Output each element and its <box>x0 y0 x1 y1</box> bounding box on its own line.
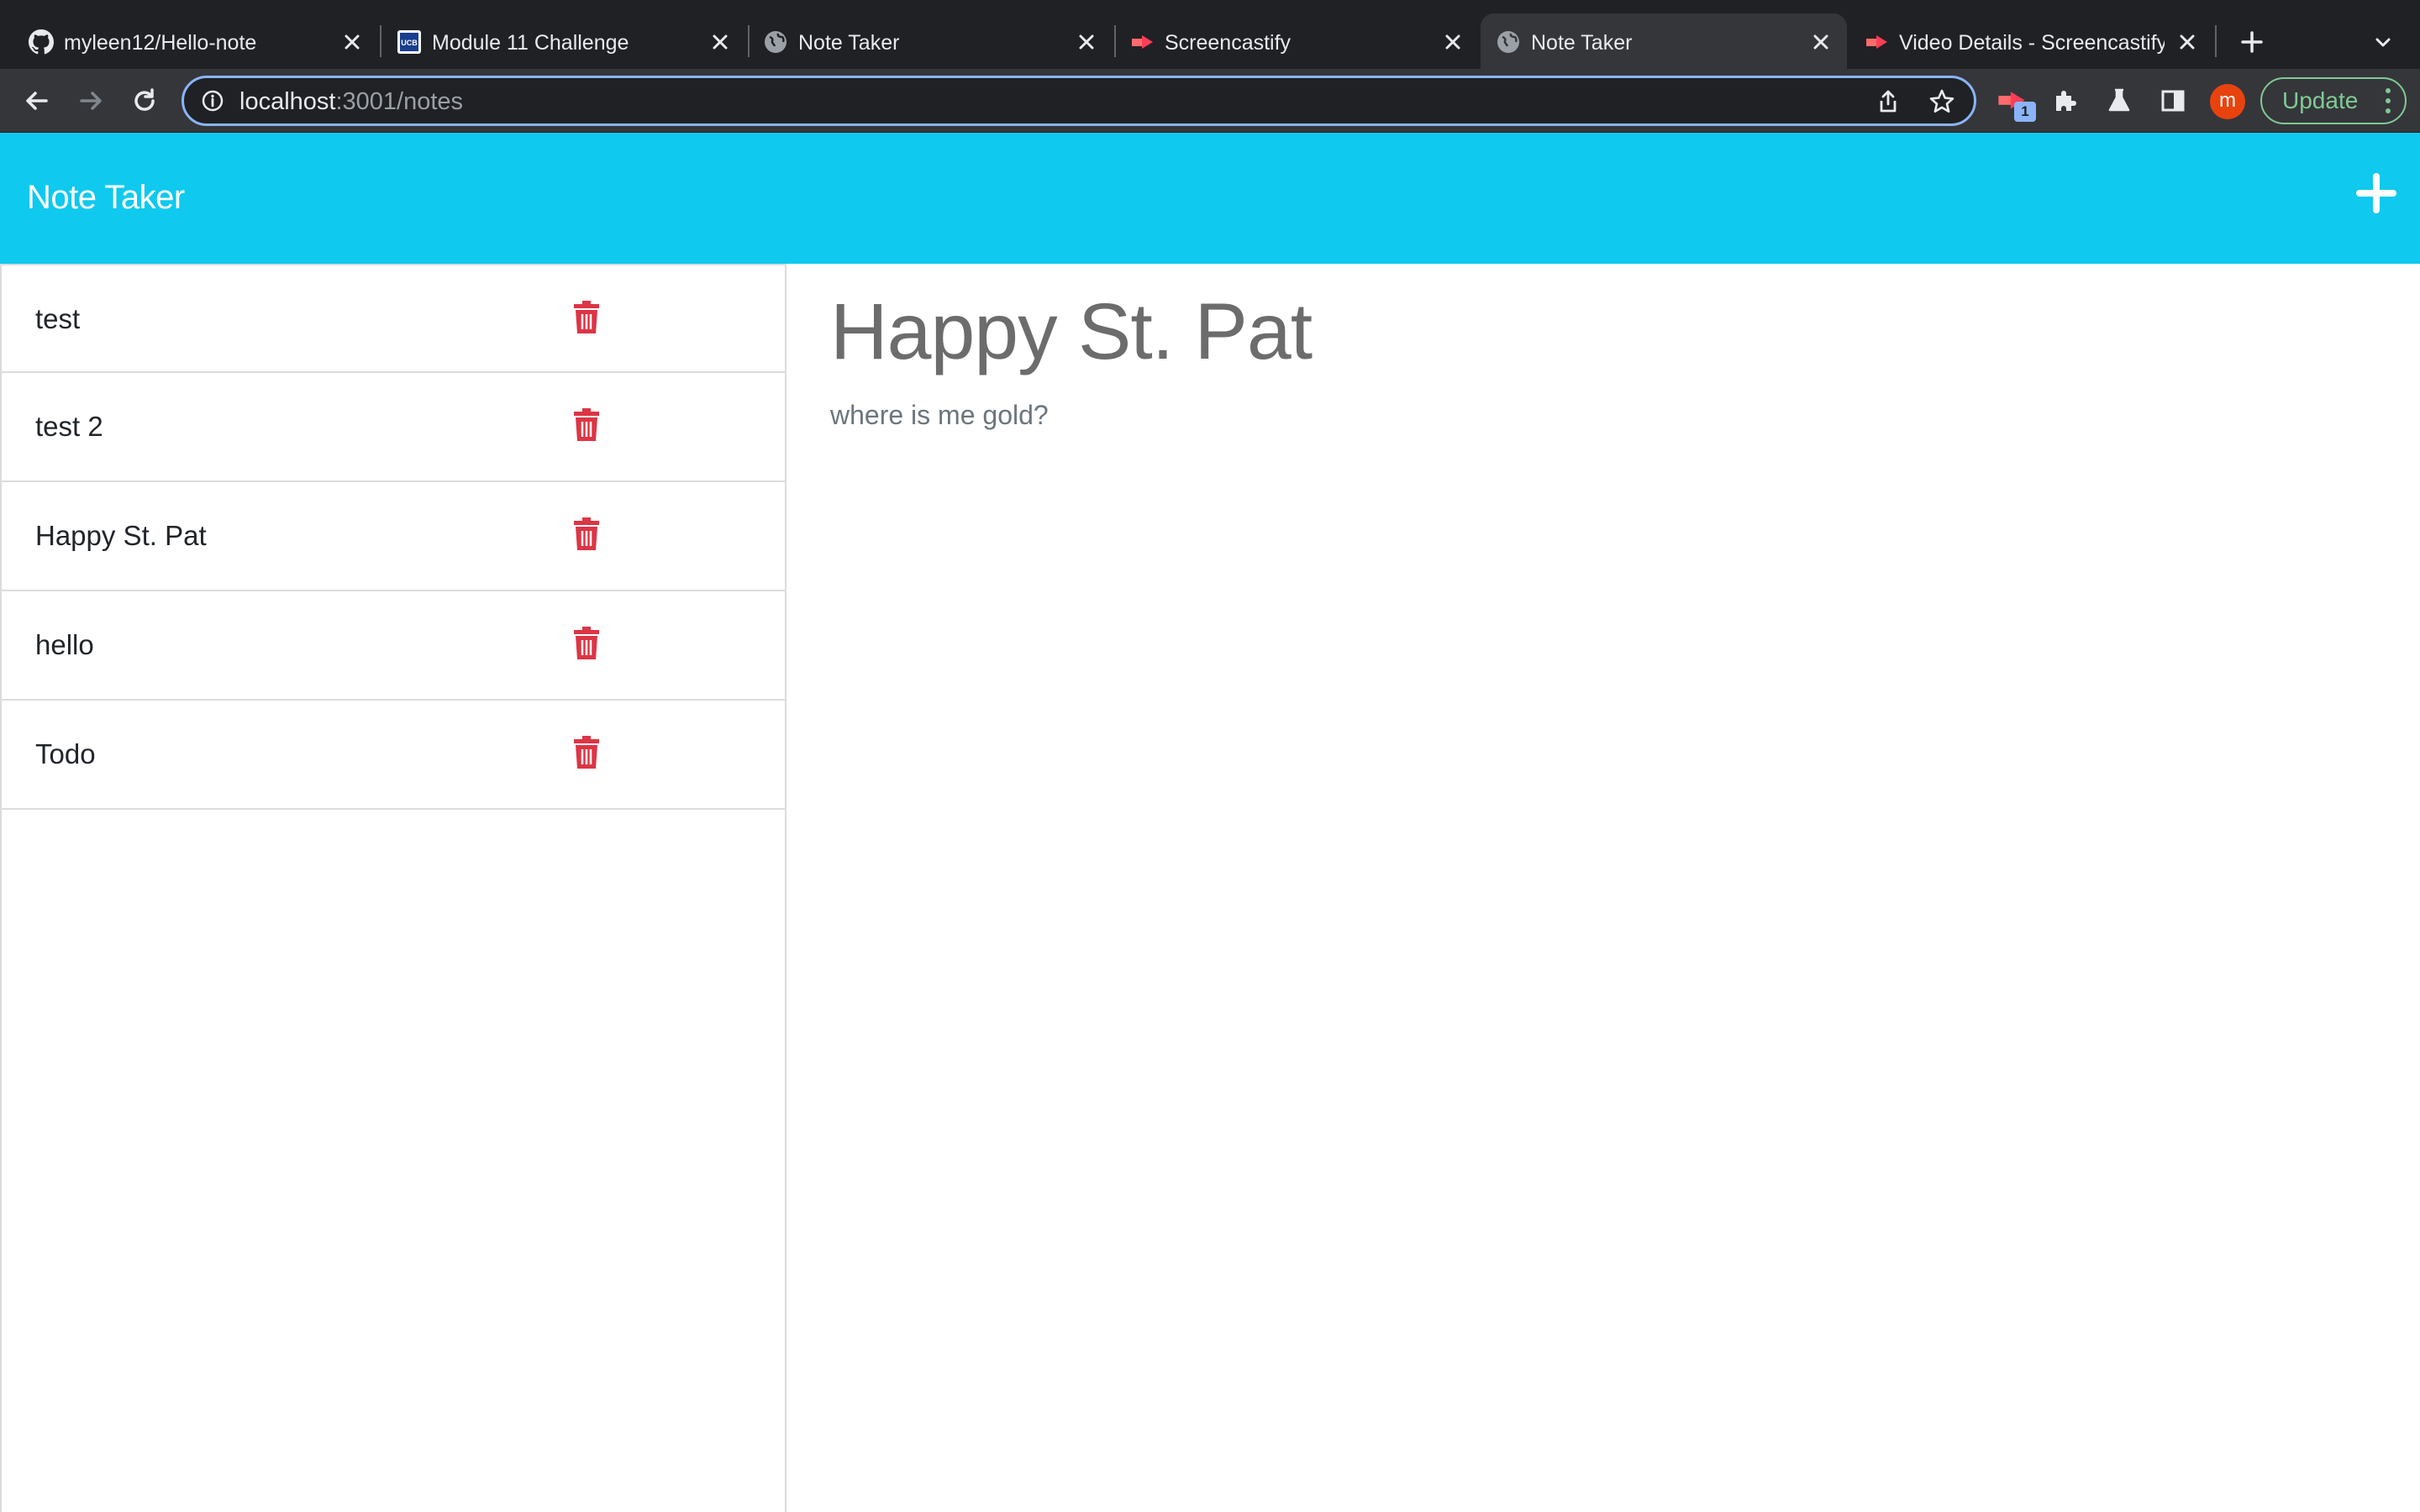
trash-icon[interactable] <box>573 301 600 334</box>
close-tab-icon[interactable] <box>339 29 365 55</box>
share-icon[interactable] <box>1875 88 1902 115</box>
bookmark-star-icon[interactable] <box>1928 88 1955 115</box>
browser-tab[interactable]: Video Details - Screencastify <box>1849 13 2213 69</box>
reload-icon <box>134 88 155 111</box>
note-list-item[interactable]: hello <box>2 591 785 701</box>
close-tab-icon[interactable] <box>1808 29 1833 55</box>
note-editor: Happy St. Pat where is me gold? <box>788 264 2420 1512</box>
labs-button[interactable] <box>2102 84 2136 118</box>
browser-tab[interactable]: Screencastify <box>1114 13 1479 69</box>
tab-separator <box>2215 25 2217 57</box>
note-title[interactable]: test 2 <box>35 410 103 444</box>
profile-avatar[interactable]: m <box>2210 84 2245 119</box>
note-list-item[interactable]: Happy St. Pat <box>2 482 785 591</box>
browser-tab-active[interactable]: Note Taker <box>1481 13 1847 69</box>
trash-icon[interactable] <box>573 408 600 442</box>
close-tab-icon[interactable] <box>1440 29 1465 55</box>
update-button[interactable]: Update <box>2260 77 2407 124</box>
extensions-button[interactable] <box>2049 84 2082 118</box>
globe-icon <box>1496 29 1521 55</box>
screencastify-icon <box>1129 29 1155 55</box>
arrow-left-icon <box>26 92 48 110</box>
trash-icon[interactable] <box>573 517 600 551</box>
close-tab-icon[interactable] <box>708 29 733 55</box>
globe-icon <box>763 29 788 55</box>
note-title[interactable]: test <box>35 302 80 336</box>
tab-title: Module 11 Challenge <box>432 31 629 55</box>
note-list: test test 2 Happy St. Pat hello Todo <box>2 264 785 810</box>
tab-title: Screencastify <box>1165 31 1292 55</box>
flask-icon <box>2108 88 2130 112</box>
screencastify-icon <box>1864 29 1889 55</box>
tab-title: Video Details - Screencastify <box>1899 31 2165 55</box>
tab-title: Note Taker <box>1531 31 1633 55</box>
plus-icon <box>2241 31 2263 53</box>
note-list-item[interactable]: test 2 <box>2 373 785 482</box>
note-title[interactable]: hello <box>35 628 94 662</box>
notes-sidebar: test test 2 Happy St. Pat hello Todo <box>0 264 786 1512</box>
new-note-plus-icon[interactable] <box>2356 173 2396 213</box>
tab-search-button[interactable] <box>2368 27 2398 57</box>
extension-badge: 1 <box>2014 102 2036 122</box>
tab-title: myleen12/Hello-note <box>64 31 257 55</box>
back-button[interactable] <box>18 82 55 119</box>
close-tab-icon[interactable] <box>1074 29 1099 55</box>
url-text: localhost:3001/notes <box>239 87 463 116</box>
browser-toolbar: localhost:3001/notes 1 m Update <box>0 69 2420 133</box>
note-title-field[interactable]: Happy St. Pat <box>830 286 1313 378</box>
browser-tab[interactable]: Note Taker <box>748 13 1113 69</box>
side-panel-icon <box>2161 90 2185 112</box>
url-host: localhost <box>239 88 336 115</box>
ucb-bootcamp-icon: UCB <box>397 29 422 55</box>
note-list-item[interactable]: test <box>2 264 785 373</box>
kebab-menu-icon[interactable] <box>2383 86 2393 116</box>
chevron-down-icon <box>2375 38 2391 47</box>
svg-text:UCB: UCB <box>401 39 418 47</box>
browser-tab-strip: myleen12/Hello-note UCB Module 11 Challe… <box>0 0 2420 69</box>
browser-tab[interactable]: UCB Module 11 Challenge <box>381 13 746 69</box>
trash-icon[interactable] <box>573 736 600 769</box>
note-text-field[interactable]: where is me gold? <box>830 398 1049 432</box>
note-title[interactable]: Todo <box>35 738 96 771</box>
note-title[interactable]: Happy St. Pat <box>35 519 207 553</box>
close-tab-icon[interactable] <box>2175 29 2200 55</box>
puzzle-icon <box>2056 91 2076 111</box>
info-icon[interactable] <box>201 89 224 113</box>
arrow-right-icon <box>80 92 102 110</box>
browser-tab[interactable]: myleen12/Hello-note <box>13 13 378 69</box>
reload-button[interactable] <box>126 82 163 119</box>
side-panel-button[interactable] <box>2156 84 2190 118</box>
note-list-item[interactable]: Todo <box>2 701 785 810</box>
address-bar[interactable]: localhost:3001/notes <box>182 76 1976 126</box>
app-brand[interactable]: Note Taker <box>27 178 185 217</box>
new-tab-button[interactable] <box>2235 25 2269 59</box>
tab-title: Note Taker <box>798 31 900 55</box>
github-icon <box>29 29 54 55</box>
update-label: Update <box>2282 87 2359 113</box>
forward-button[interactable] <box>72 82 109 119</box>
url-path: :3001/notes <box>335 88 464 115</box>
app-navbar: Note Taker <box>0 133 2420 264</box>
trash-icon[interactable] <box>573 627 600 660</box>
